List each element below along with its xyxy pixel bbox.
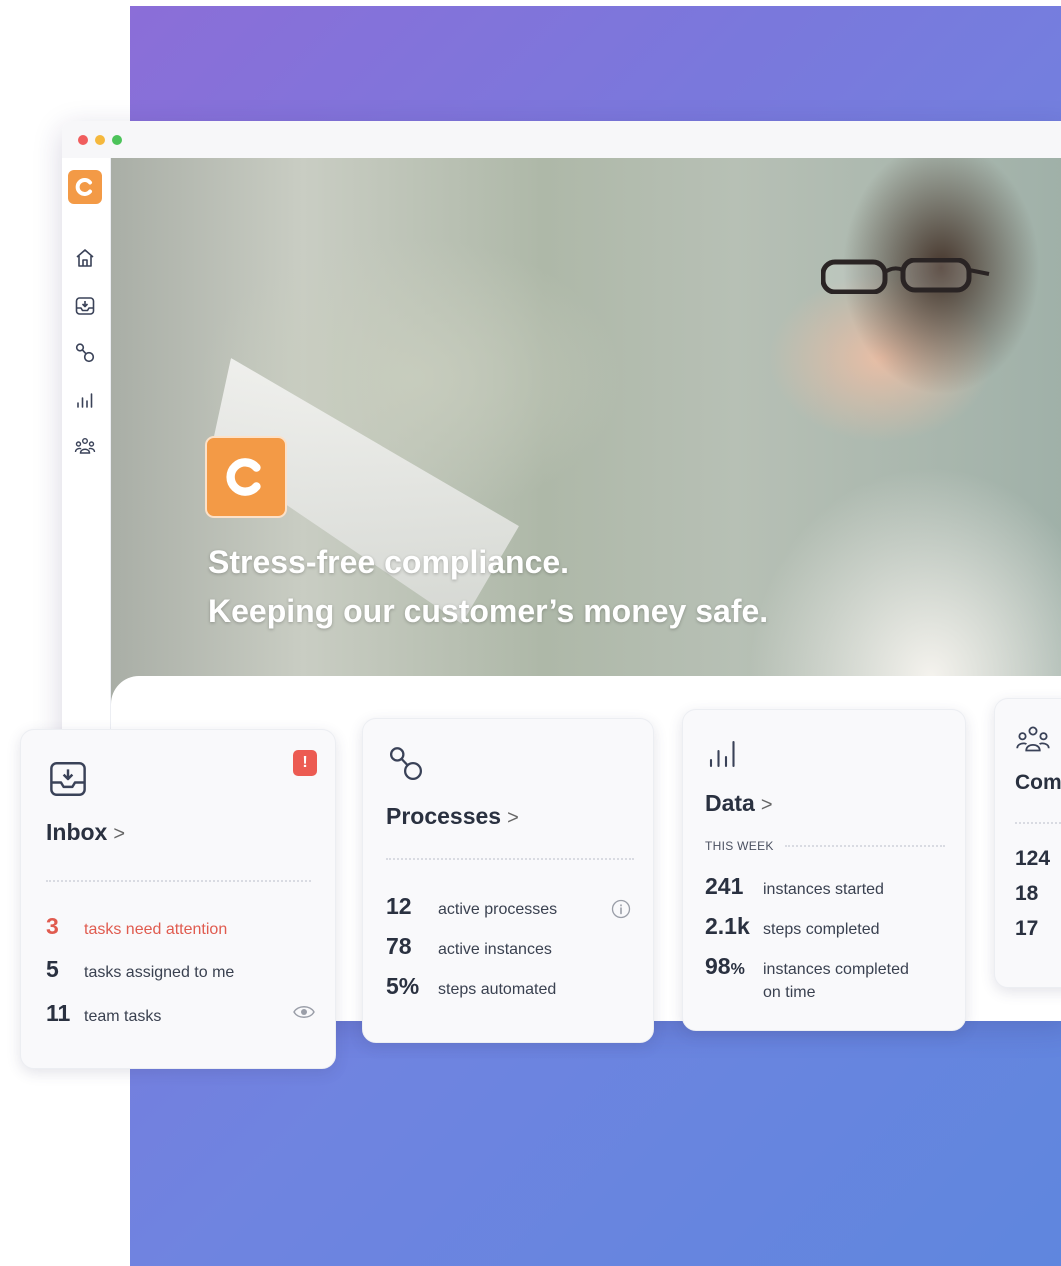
stat-unit: % [730,961,745,978]
window-minimize-button[interactable] [95,135,105,145]
data-icon [709,740,735,768]
community-title[interactable]: Com [1015,771,1061,795]
stat-value: 17 [1015,917,1039,940]
inbox-title[interactable]: Inbox > [46,819,125,846]
stat-value: 5 [46,956,59,982]
stat-attention[interactable]: 3 tasks need attention [46,913,227,940]
data-title[interactable]: Data > [705,790,773,817]
window-maximize-button[interactable] [112,135,122,145]
stat-label: tasks assigned to me [84,964,235,981]
logo-c-icon [75,178,92,196]
divider [46,880,311,882]
stat-label: instances started [763,881,884,898]
processes-icon[interactable] [73,341,97,365]
stat-assigned[interactable]: 5 tasks assigned to me [46,956,234,983]
stat-label: steps completed [763,921,880,938]
inbox-card[interactable]: ! Inbox > 3 tasks need attention 5 tasks … [20,729,336,1069]
stat-value: 98 [705,953,731,979]
stat-active-processes[interactable]: 12 active processes [386,893,557,920]
community-card[interactable]: Com 124 18 17 [994,698,1061,988]
chevron-right-icon: > [507,807,519,829]
stat-value: 241 [705,873,744,899]
processes-card[interactable]: Processes > 12 active processes 78 active… [362,718,654,1043]
divider [1015,822,1061,824]
stat-label: tasks need attention [84,921,228,938]
stat-label: steps automated [438,981,557,998]
divider [785,845,945,847]
stat-community-2[interactable]: 18 [1015,882,1038,906]
stat-label-line2: on time [763,984,816,1001]
stat-value: 124 [1015,847,1051,870]
inbox-title-text: Inbox [46,819,108,845]
inbox-icon[interactable] [73,294,97,318]
app-logo[interactable] [68,170,102,204]
logo-c-icon [226,458,261,496]
stat-steps-automated[interactable]: 5% steps automated [386,973,556,1000]
stat-value: 3 [46,913,59,939]
window-titlebar [62,121,1061,159]
stat-value: 78 [386,933,412,959]
stat-instances-started[interactable]: 241 instances started [705,873,884,900]
eye-icon[interactable] [293,1004,315,1020]
processes-title[interactable]: Processes > [386,803,519,830]
hero-logo [205,436,287,518]
stat-value: 18 [1015,882,1039,905]
stat-steps-completed[interactable]: 2.1k steps completed [705,913,880,940]
stat-value: 11 [46,1000,71,1026]
info-icon[interactable] [611,899,631,919]
hero-image: Stress-free compliance. Keeping our cust… [111,158,1061,718]
stat-community-3[interactable]: 17 [1015,917,1038,941]
stat-label: instances completed [763,961,909,978]
period-label: THIS WEEK [705,839,774,853]
hero-headline-line1: Stress-free compliance. [208,544,570,580]
stat-label: active instances [438,941,552,958]
stat-label: team tasks [84,1008,162,1025]
stat-label: active processes [438,901,558,918]
stat-value: 2.1k [705,913,750,939]
stat-completed-on-time[interactable]: 98% instances completed [705,953,909,980]
data-card[interactable]: Data > THIS WEEK 241 instances started 2.… [682,709,966,1031]
stat-active-instances[interactable]: 78 active instances [386,933,552,960]
processes-icon [389,747,423,781]
community-icon[interactable] [73,435,97,459]
community-icon [1016,726,1050,752]
processes-title-text: Processes [386,803,502,829]
stat-community-1[interactable]: 124 [1015,847,1050,871]
alert-badge: ! [293,750,317,776]
stat-value: 5% [386,973,420,999]
stat-team[interactable]: 11 team tasks [46,1000,161,1027]
data-icon[interactable] [73,388,97,412]
glasses-illustration [821,258,990,294]
inbox-icon [50,762,86,796]
data-title-text: Data [705,790,755,816]
stat-value: 12 [386,893,412,919]
chevron-right-icon: > [760,794,773,816]
chevron-right-icon: > [113,823,126,845]
window-close-button[interactable] [78,135,88,145]
hero-headline-line2: Keeping our customer’s money safe. [208,593,769,629]
home-icon[interactable] [73,246,97,270]
divider [386,858,634,860]
